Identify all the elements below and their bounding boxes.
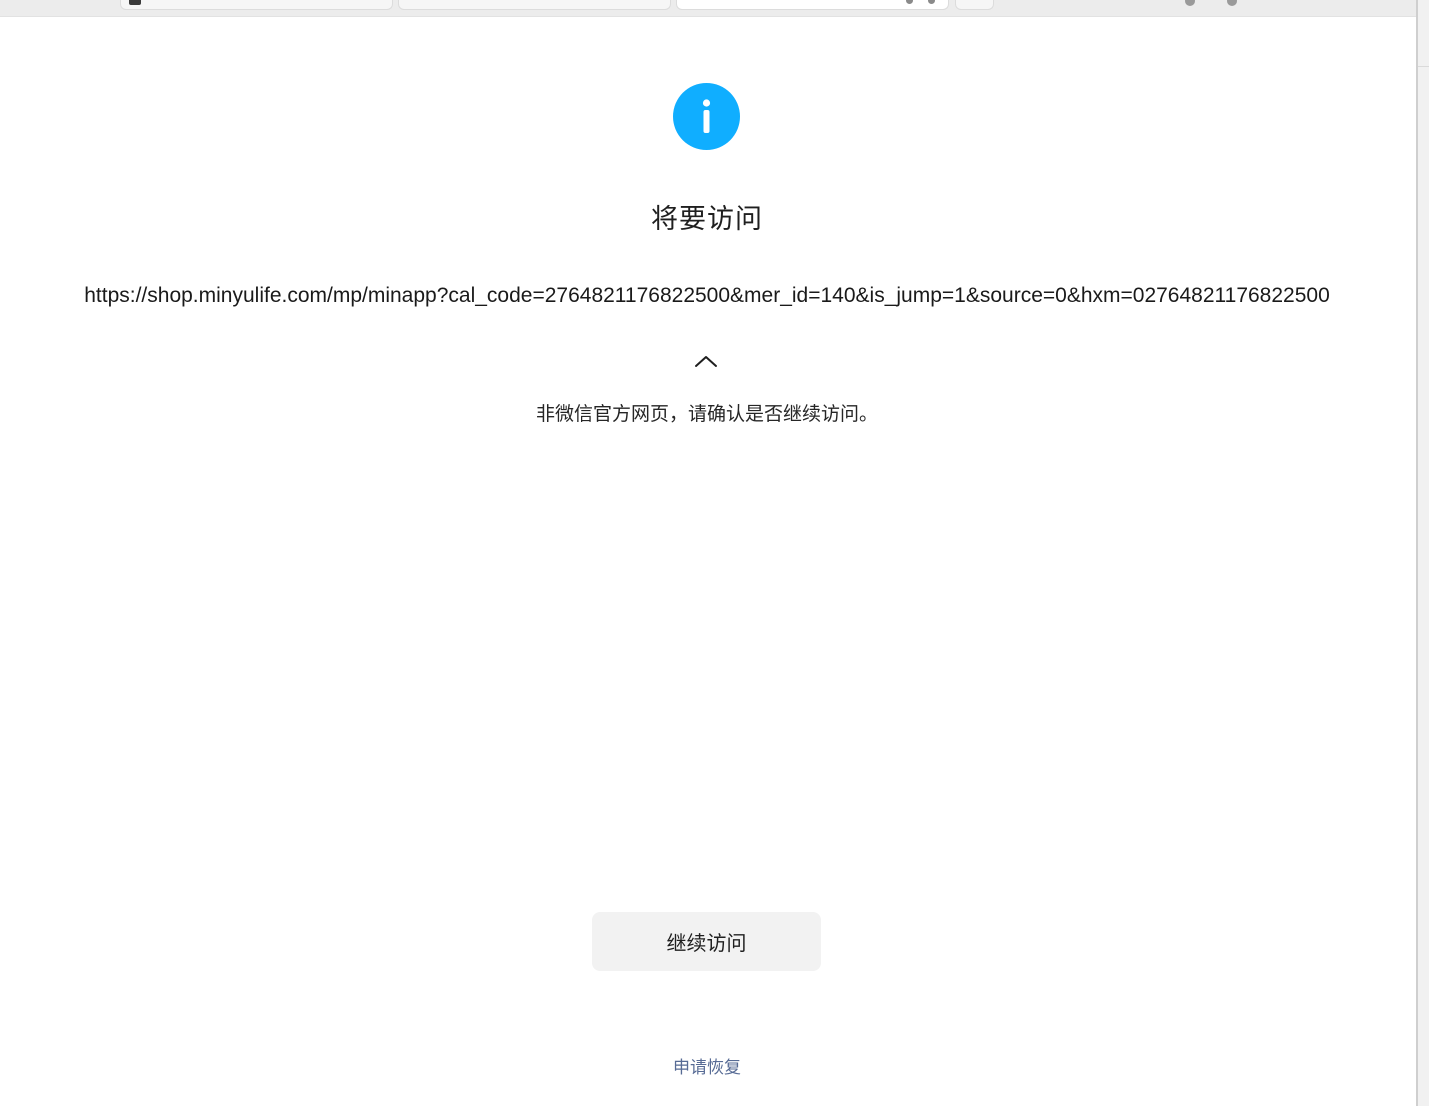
favicon-icon — [129, 0, 141, 5]
browser-tab[interactable] — [398, 0, 671, 10]
info-icon — [673, 83, 740, 150]
browser-tab-strip — [0, 0, 1429, 17]
target-url: https://shop.minyulife.com/mp/minapp?cal… — [84, 284, 1330, 307]
browser-control-icon[interactable] — [1227, 0, 1237, 6]
scrollbar-divider — [1418, 66, 1429, 67]
browser-tab[interactable] — [120, 0, 393, 10]
browser-tab-active[interactable] — [676, 0, 949, 10]
browser-control-icon[interactable] — [1185, 0, 1195, 6]
chevron-up-icon[interactable] — [692, 352, 720, 372]
new-tab-button[interactable] — [955, 0, 994, 10]
appeal-link[interactable]: 申请恢复 — [0, 1053, 1414, 1078]
warning-notice: 非微信官方网页，请确认是否继续访问。 — [535, 403, 878, 425]
continue-button[interactable]: 继续访问 — [592, 912, 821, 971]
page-title: 将要访问 — [651, 204, 763, 235]
warning-page: 将要访问 https://shop.minyulife.com/mp/minap… — [0, 17, 1414, 1106]
tab-title-fragment — [906, 0, 936, 4]
scrollbar[interactable] — [1416, 0, 1429, 1106]
